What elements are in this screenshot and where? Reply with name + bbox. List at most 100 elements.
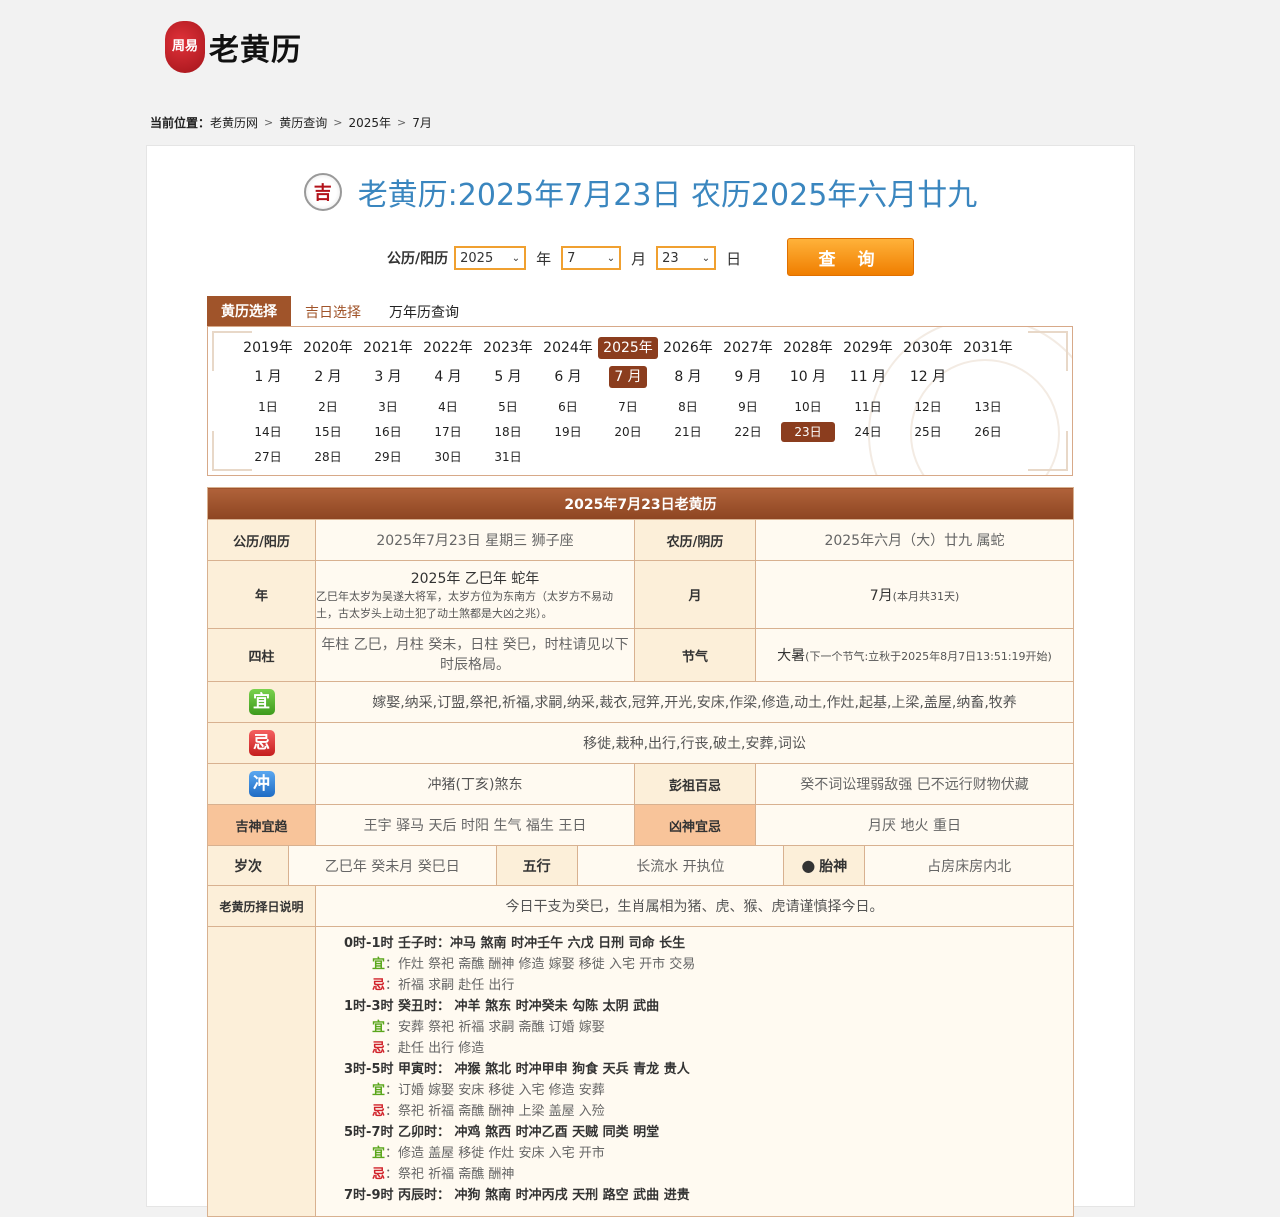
year-option[interactable]: 2023年 bbox=[478, 337, 538, 359]
day-option[interactable]: 8日 bbox=[658, 397, 718, 417]
tab-almanac-select[interactable]: 黄历选择 bbox=[207, 296, 291, 326]
year-option-label: 2026年 bbox=[663, 340, 713, 356]
year-option[interactable]: 2029年 bbox=[838, 337, 898, 359]
day-option[interactable]: 16日 bbox=[358, 422, 418, 442]
month-option[interactable]: 5 月 bbox=[478, 366, 538, 388]
query-button[interactable]: 查 询 bbox=[787, 238, 914, 276]
day-option[interactable]: 24日 bbox=[838, 422, 898, 442]
month-option[interactable]: 12 月 bbox=[898, 366, 958, 388]
year-option[interactable]: 2026年 bbox=[658, 337, 718, 359]
year-option[interactable]: 2020年 bbox=[298, 337, 358, 359]
breadcrumb-link-month[interactable]: 7月 bbox=[412, 114, 432, 131]
hour-yi-text: ：修造 盖屋 移徙 作灶 安床 入宅 开市 bbox=[385, 1146, 605, 1161]
year-option[interactable]: 2025年 bbox=[598, 337, 658, 359]
xiongshen-value: 月厌 地火 重日 bbox=[754, 804, 1075, 846]
year-select[interactable]: 2025 ⌄ bbox=[454, 246, 527, 270]
breadcrumb-link-query[interactable]: 黄历查询 bbox=[279, 114, 327, 131]
year-option-label: 2024年 bbox=[543, 340, 593, 356]
day-option[interactable]: 4日 bbox=[418, 397, 478, 417]
day-option[interactable]: 10日 bbox=[778, 397, 838, 417]
date-query-form: 公历/阳历 2025 ⌄ 年 7 ⌄ 月 23 ⌄ 日 查 询 bbox=[387, 238, 914, 278]
year-label: 年 bbox=[207, 560, 316, 629]
tab-perpetual-calendar[interactable]: 万年历查询 bbox=[375, 298, 473, 326]
hour-title: 0时-1时 壬子时：冲马 煞南 时冲壬午 六戊 日刑 司命 长生 bbox=[344, 936, 686, 951]
month-option[interactable]: 9 月 bbox=[718, 366, 778, 388]
day-option[interactable]: 27日 bbox=[238, 447, 298, 467]
month-option[interactable]: 1 月 bbox=[238, 366, 298, 388]
taishen-value: 占房床房内北 bbox=[927, 858, 1012, 875]
month-option[interactable]: 4 月 bbox=[418, 366, 478, 388]
day-option[interactable]: 15日 bbox=[298, 422, 358, 442]
day-option-label: 21日 bbox=[674, 425, 702, 439]
day-option-label: 24日 bbox=[854, 425, 882, 439]
day-option[interactable]: 6日 bbox=[538, 397, 598, 417]
month-option[interactable]: 2 月 bbox=[298, 366, 358, 388]
month-option[interactable]: 7 月 bbox=[598, 366, 658, 388]
year-option[interactable]: 2022年 bbox=[418, 337, 478, 359]
yi-value: 嫁娶,纳采,订盟,祭祀,祈福,求嗣,纳采,裁衣,冠笄,开光,安床,作梁,修造,动… bbox=[314, 681, 1075, 723]
solar-term-value: 大暑 bbox=[777, 648, 806, 664]
day-select[interactable]: 23 ⌄ bbox=[656, 246, 717, 270]
xiongshen-label: 凶神宜忌 bbox=[634, 804, 756, 846]
month-option[interactable]: 11 月 bbox=[838, 366, 898, 388]
breadcrumb-link-year[interactable]: 2025年 bbox=[348, 114, 391, 131]
day-option[interactable]: 3日 bbox=[358, 397, 418, 417]
day-option-label: 7日 bbox=[618, 400, 638, 414]
year-select-value: 2025 bbox=[460, 250, 494, 266]
hours-label bbox=[207, 926, 316, 1217]
solar-term-note: (下一个节气:立秋于2025年8月7日13:51:19开始) bbox=[805, 650, 1052, 663]
day-option-label: 30日 bbox=[434, 450, 462, 464]
day-unit: 日 bbox=[726, 249, 742, 268]
day-option[interactable]: 2日 bbox=[298, 397, 358, 417]
hour-ji-line: 忌：祭祀 祈福 斋醮 酬神 上梁 盖屋 入殓 bbox=[344, 1101, 1073, 1122]
month-option[interactable]: 8 月 bbox=[658, 366, 718, 388]
day-option[interactable]: 28日 bbox=[298, 447, 358, 467]
day-option[interactable]: 21日 bbox=[658, 422, 718, 442]
day-option[interactable]: 1日 bbox=[238, 397, 298, 417]
year-option-label: 2025年 bbox=[598, 337, 658, 359]
day-option[interactable]: 26日 bbox=[958, 422, 1018, 442]
month-option-label: 4 月 bbox=[434, 369, 462, 385]
breadcrumb-link-home[interactable]: 老黄历网 bbox=[210, 114, 258, 131]
day-option[interactable]: 7日 bbox=[598, 397, 658, 417]
day-option[interactable]: 14日 bbox=[238, 422, 298, 442]
day-option[interactable]: 29日 bbox=[358, 447, 418, 467]
hour-yi-line: 宜：修造 盖屋 移徙 作灶 安床 入宅 开市 bbox=[344, 1143, 1073, 1164]
year-option[interactable]: 2019年 bbox=[238, 337, 298, 359]
day-option[interactable]: 17日 bbox=[418, 422, 478, 442]
day-option[interactable]: 12日 bbox=[898, 397, 958, 417]
day-option[interactable]: 31日 bbox=[478, 447, 538, 467]
day-option[interactable]: 5日 bbox=[478, 397, 538, 417]
day-option-label: 23日 bbox=[781, 422, 835, 442]
day-option[interactable]: 23日 bbox=[778, 422, 838, 442]
year-option[interactable]: 2021年 bbox=[358, 337, 418, 359]
month-select[interactable]: 7 ⌄ bbox=[561, 246, 622, 270]
day-option[interactable]: 22日 bbox=[718, 422, 778, 442]
day-option[interactable]: 30日 bbox=[418, 447, 478, 467]
month-option[interactable]: 3 月 bbox=[358, 366, 418, 388]
day-option[interactable]: 9日 bbox=[718, 397, 778, 417]
tab-lucky-day[interactable]: 吉日选择 bbox=[291, 298, 375, 326]
day-option[interactable]: 19日 bbox=[538, 422, 598, 442]
day-row: 14日 15日 16日 17日 18日 19日 20日 21日 22日 23日 24日 25日 26日 bbox=[238, 422, 1018, 442]
day-option[interactable]: 20日 bbox=[598, 422, 658, 442]
day-select-value: 23 bbox=[662, 250, 679, 266]
day-option[interactable]: 11日 bbox=[838, 397, 898, 417]
query-label: 公历/阳历 bbox=[387, 251, 449, 267]
month-option[interactable]: 6 月 bbox=[538, 366, 598, 388]
year-option[interactable]: 2030年 bbox=[898, 337, 958, 359]
year-option[interactable]: 2031年 bbox=[958, 337, 1018, 359]
breadcrumb-label: 当前位置： bbox=[150, 116, 211, 130]
day-option[interactable]: 25日 bbox=[898, 422, 958, 442]
year-option[interactable]: 2027年 bbox=[718, 337, 778, 359]
year-unit: 年 bbox=[536, 249, 552, 268]
day-option-label: 27日 bbox=[254, 450, 282, 464]
year-option[interactable]: 2028年 bbox=[778, 337, 838, 359]
year-option[interactable]: 2024年 bbox=[538, 337, 598, 359]
jishen-value: 王宇 驿马 天后 时阳 生气 福生 王日 bbox=[315, 804, 635, 846]
day-option-label: 26日 bbox=[974, 425, 1002, 439]
month-option[interactable]: 10 月 bbox=[778, 366, 838, 388]
day-option[interactable]: 13日 bbox=[958, 397, 1018, 417]
site-logo[interactable]: 周易 老黄历 bbox=[165, 20, 302, 74]
day-option[interactable]: 18日 bbox=[478, 422, 538, 442]
